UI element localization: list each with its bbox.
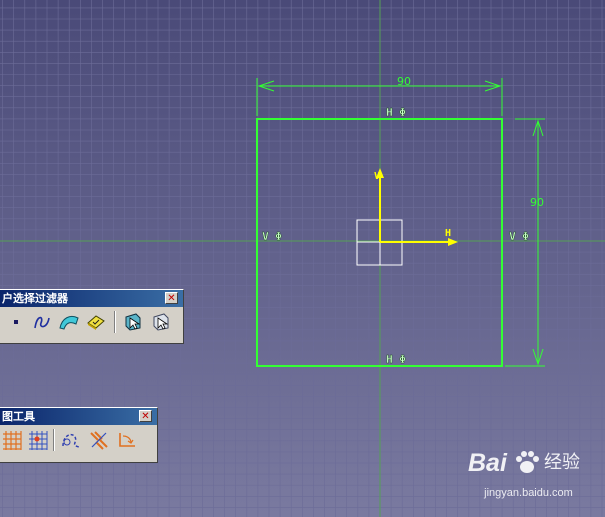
feature-element-filter-icon[interactable]	[121, 310, 145, 334]
height-dim-value: 90	[530, 196, 544, 209]
toolbar-title-bar[interactable]: 图工具	[0, 408, 157, 425]
close-icon[interactable]: ✕	[165, 292, 178, 304]
bottom-constraint-label[interactable]: H Φ	[386, 353, 407, 366]
toolbar-title: 图工具	[2, 410, 35, 423]
watermark-logo: Bai 经验	[468, 448, 588, 478]
point-filter-icon[interactable]	[4, 310, 28, 334]
user-selection-filter-toolbar[interactable]: 户选择过滤器 ✕	[0, 289, 184, 344]
paw-icon	[516, 451, 539, 473]
construction-element-icon[interactable]	[59, 428, 83, 452]
snap-to-point-icon[interactable]	[26, 428, 50, 452]
surface-filter-icon[interactable]	[57, 310, 81, 334]
close-icon[interactable]: ✕	[139, 410, 152, 422]
volume-filter-icon[interactable]	[84, 310, 108, 334]
dimensional-constraints-icon[interactable]	[115, 428, 139, 452]
geometry-element-filter-icon[interactable]	[149, 310, 173, 334]
toolbar-buttons-area	[0, 308, 183, 343]
toolbar-title: 户选择过滤器	[2, 292, 68, 305]
watermark-brand-suffix: 经验	[544, 452, 580, 473]
geometrical-constraints-icon[interactable]	[87, 428, 111, 452]
toolbar-buttons-area	[0, 426, 157, 462]
width-dim-value: 90	[397, 75, 411, 88]
sketch-tools-toolbar[interactable]: 图工具 ✕	[0, 407, 158, 463]
toolbar-separator	[114, 311, 116, 333]
grid-icon[interactable]	[0, 428, 24, 452]
h-axis-label: H	[445, 228, 451, 239]
v-axis-label: V	[374, 171, 380, 182]
top-constraint-label[interactable]: H Φ	[386, 106, 407, 119]
curve-filter-icon[interactable]	[30, 310, 54, 334]
toolbar-title-bar[interactable]: 户选择过滤器	[0, 290, 183, 307]
toolbar-separator	[53, 429, 55, 451]
watermark-url: jingyan.baidu.com	[484, 487, 573, 499]
watermark-brand: Bai	[468, 449, 507, 477]
left-constraint-label[interactable]: V Φ	[262, 230, 283, 243]
right-constraint-label[interactable]: V Φ	[509, 230, 530, 243]
